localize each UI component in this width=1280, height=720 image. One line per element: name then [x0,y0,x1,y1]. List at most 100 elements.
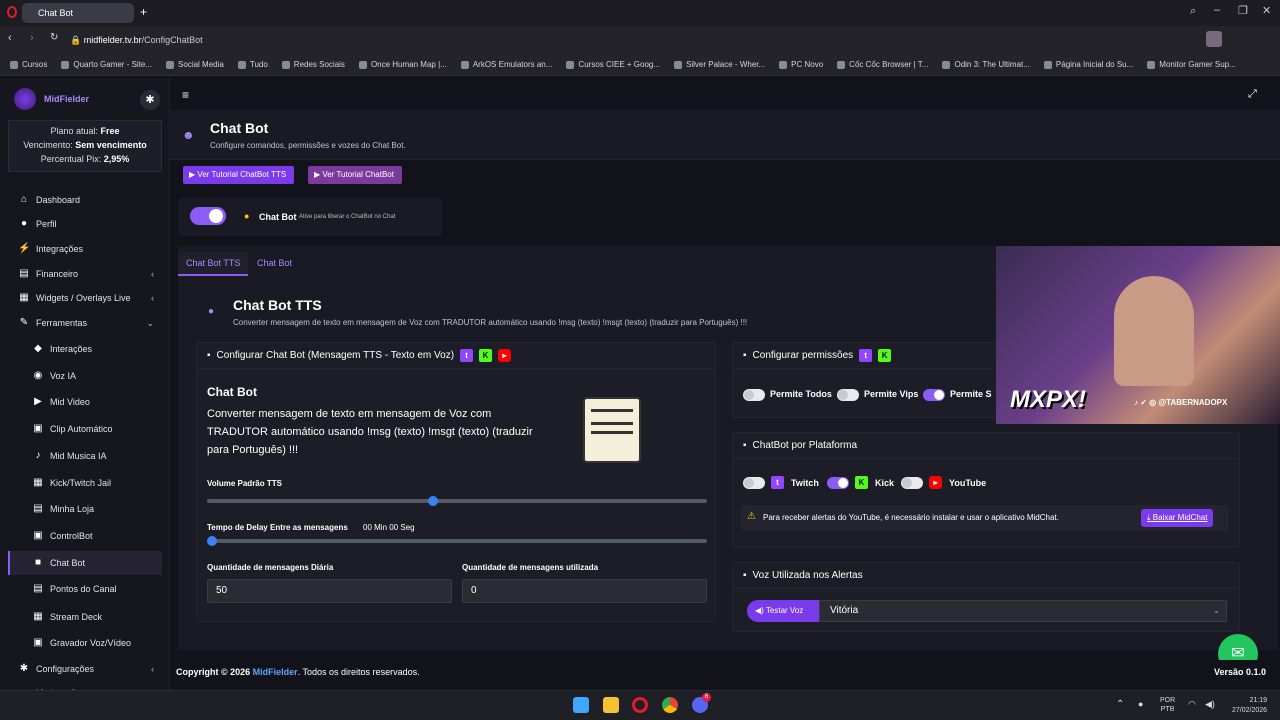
expiry-value: Sem vencimento [75,140,147,150]
permission-toggle[interactable] [923,389,945,401]
voice-header-label: Voz Utilizada nos Alertas [752,570,863,581]
bookmarks-bar: Cursos Quarto Gamer - Site... Social Media… [0,54,1280,76]
tray-chevron-icon[interactable]: ⌃ [1116,699,1124,710]
windows-start-icon[interactable] [573,697,589,713]
sidebar-item-chat-bot[interactable]: ■ Chat Bot [8,551,162,575]
bookmark-item[interactable]: Página Inicial do Su... [1043,60,1133,69]
profile-avatar[interactable] [1206,31,1222,47]
tutorial-tts-button[interactable]: ▶ Ver Tutorial ChatBot TTS [183,166,295,184]
sidebar-item-kick-twitch-jail[interactable]: ▦ Kick/Twitch Jail [0,471,170,495]
platform-toggle[interactable] [901,477,923,489]
bookmark-item[interactable]: Cursos CIEE + Goog... [566,60,660,69]
permission-toggle[interactable] [837,389,859,401]
sidebar-item-intera-es[interactable]: ◆ Interações [0,337,170,361]
back-icon[interactable]: ‹ [8,32,12,44]
sidebar-item-mid-video[interactable]: ▶ Mid Video [0,390,170,414]
sidebar-item-label: Perfil [36,219,57,229]
tray-mic-icon[interactable]: ● [1138,699,1143,709]
tab-chatbot[interactable]: Chat Bot [257,258,292,268]
bookmark-item[interactable]: Silver Palace - Wher... [674,60,765,69]
bookmark-item[interactable]: Social Media [166,60,224,69]
bookmark-item[interactable]: Odin 3: The Ultimat... [942,60,1030,69]
bookmark-item[interactable]: Tudo [237,60,268,69]
delay-label: Tempo de Delay Entre as mensagens [207,523,348,532]
voice-select[interactable]: Vitória ⌄ [819,600,1227,622]
clock[interactable]: 21:19 27/02/2026 [1232,696,1267,716]
sidebar-item-mid-musica-ia[interactable]: ♪ Mid Musica IA [0,444,170,468]
bookmark-item[interactable]: Monitor Gamer Sup... [1147,60,1236,69]
forward-icon[interactable]: › [30,32,34,44]
close-window-button[interactable]: ✕ [1262,4,1271,17]
theme-toggle-button[interactable]: ✱ [140,90,160,110]
bookmark-item[interactable]: Cursos [10,60,47,69]
file-explorer-icon[interactable] [603,697,619,713]
kick-icon: K [855,476,868,489]
delay-slider[interactable] [207,536,707,546]
bookmark-item[interactable]: ArkOS Emulators an... [460,60,552,69]
sidebar-item-financeiro[interactable]: ▤ Financeiro ‹ [0,262,170,286]
url-path: /ConfigChatBot [141,35,203,45]
chrome-icon[interactable] [662,697,678,713]
clip-icon: ▣ [33,423,43,434]
opera-taskbar-icon[interactable] [632,697,648,713]
bookmark-item[interactable]: Once Human Map |... [358,60,447,69]
sidebar-item-minha-loja[interactable]: ▤ Minha Loja [0,497,170,521]
sidebar-item-pontos-do-canal[interactable]: ▤ Pontos do Canal [0,577,170,601]
folder-icon [674,60,683,69]
bookmark-label: PC Novo [791,60,824,69]
bookmark-item[interactable]: Redes Sociais [281,60,345,69]
footer-brand-link[interactable]: MidFielder [253,667,298,677]
sidebar-item-stream-deck[interactable]: ▦ Stream Deck [0,605,170,629]
new-tab-button[interactable]: + [140,5,147,19]
sidebar-item-widgets-overlays-live[interactable]: ▦ Widgets / Overlays Live ‹ [0,286,170,310]
bookmark-item[interactable]: PC Novo [779,60,823,69]
brand[interactable]: MidFielder [14,88,89,110]
test-voice-button[interactable]: ◀) Testar Voz [747,600,819,622]
daily-messages-input[interactable]: 50 [207,579,452,603]
volume-slider-handle[interactable] [427,496,438,506]
menu-icon[interactable]: ≡ [182,88,189,102]
folder-icon [166,60,175,69]
sidebar-item-ferramentas[interactable]: ✎ Ferramentas ⌄ [0,311,170,335]
search-tabs-icon[interactable]: ⌕ [1190,5,1196,18]
maximize-button[interactable]: ❐ [1238,4,1248,17]
voice-selected-value: Vitória [830,605,859,616]
platform-label: Twitch [791,478,819,488]
page-subtitle: Configure comandos, permissões e vozes d… [210,141,406,150]
chatbot-enable-toggle[interactable] [190,207,226,225]
sidebar-item-perfil[interactable]: ● Perfil [0,212,170,236]
url-field[interactable]: 🔒 midfielder.tv.br/ConfigChatBot [70,30,1050,50]
language-indicator[interactable]: POR PTB [1160,696,1175,714]
minimize-button[interactable]: – [1214,4,1220,16]
volume-icon[interactable]: ◀) [1205,699,1215,710]
sidebar-item-voz-ia[interactable]: ◉ Voz IA [0,364,170,388]
browser-tab[interactable]: Chat Bot [22,3,134,23]
permission-label: Permite Todos [770,389,832,399]
sidebar-item-clip-autom-tico[interactable]: ▣ Clip Automático [0,417,170,441]
bookmark-item[interactable]: Quarto Gamer - Site... [61,60,152,69]
used-messages-input[interactable]: 0 [462,579,707,603]
bookmark-item[interactable]: Cốc Cốc Browser | T... [837,60,928,69]
platform-card: ▪ ChatBot por Plataforma t Twitch K Kick ▸ You… [732,432,1240,548]
sidebar-item-gravador-voz-v-deo[interactable]: ▣ Gravador Voz/Vídeo [0,631,170,655]
sidebar-item-controlbot[interactable]: ▣ ControlBot [0,524,170,548]
download-midchat-label: Baixar MidChat [1152,513,1208,522]
fullscreen-icon[interactable]: ⤢ [1248,88,1257,101]
sidebar-item-configura-es[interactable]: ✱ Configurações ‹ [0,657,170,681]
tutorial-button[interactable]: ▶ Ver Tutorial ChatBot [308,166,402,184]
permission-toggle[interactable] [743,389,765,401]
robot-icon: ▪ [743,440,747,451]
platform-toggle[interactable] [743,477,765,489]
footer: Copyright © 2026 MidFielder. Todos os di… [170,660,1280,688]
platform-toggle[interactable] [827,477,849,489]
sidebar-item-integra-es[interactable]: ⚡ Integrações [0,237,170,261]
youtube-icon: ▸ [929,476,942,489]
tab-chatbot-tts[interactable]: Chat Bot TTS [178,252,249,276]
volume-slider[interactable] [207,496,707,506]
reload-icon[interactable]: ↻ [50,32,58,43]
delay-slider-handle[interactable] [207,536,217,546]
opera-icon[interactable] [7,6,17,18]
download-midchat-button[interactable]: ⤓ Baixar MidChat [1141,509,1214,527]
sidebar-item-dashboard[interactable]: ⌂ Dashboard [0,188,170,212]
wifi-icon[interactable]: ◠ [1188,699,1196,710]
